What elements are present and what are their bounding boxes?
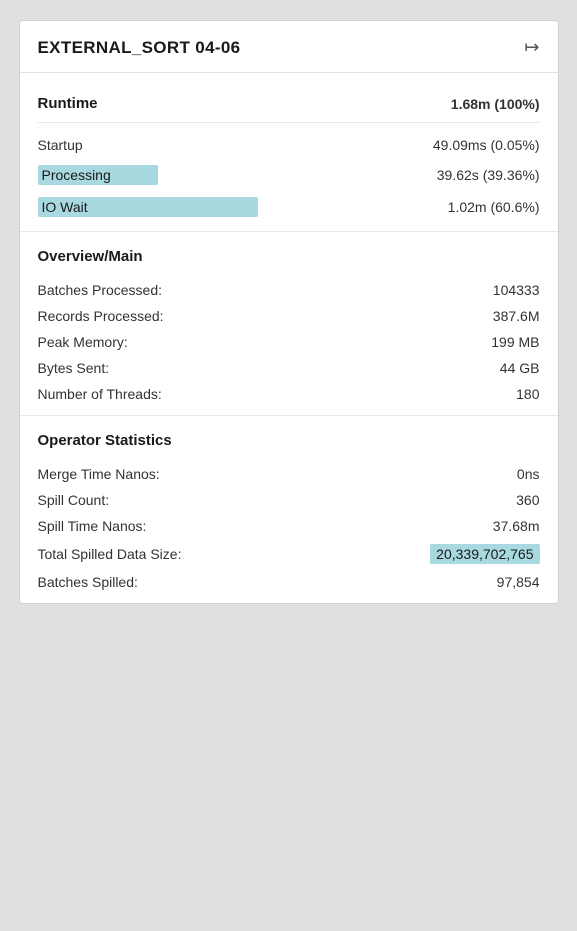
- batches-spilled-label: Batches Spilled:: [38, 574, 138, 590]
- total-spilled-label: Total Spilled Data Size:: [38, 546, 182, 562]
- bytes-sent-row: Bytes Sent: 44 GB: [38, 355, 540, 381]
- runtime-label: Runtime: [38, 95, 98, 112]
- peak-memory-label: Peak Memory:: [38, 334, 128, 350]
- operator-section: Operator Statistics Merge Time Nanos: 0n…: [20, 416, 558, 603]
- peak-memory-value: 199 MB: [491, 334, 539, 350]
- startup-value: 49.09ms (0.05%): [433, 137, 540, 153]
- records-processed-row: Records Processed: 387.6M: [38, 303, 540, 329]
- export-icon[interactable]: ↦: [524, 37, 539, 58]
- merge-time-label: Merge Time Nanos:: [38, 466, 160, 482]
- batches-processed-row: Batches Processed: 104333: [38, 277, 540, 303]
- merge-time-value: 0ns: [517, 466, 540, 482]
- iowait-row: IO Wait 1.02m (60.6%): [38, 191, 540, 223]
- spill-time-value: 37.68m: [493, 518, 540, 534]
- card-header: EXTERNAL_SORT 04-06 ↦: [20, 21, 558, 73]
- threads-value: 180: [516, 386, 539, 402]
- spill-count-label: Spill Count:: [38, 492, 110, 508]
- threads-label: Number of Threads:: [38, 386, 162, 402]
- batches-spilled-row: Batches Spilled: 97,854: [38, 569, 540, 595]
- runtime-total-value: 1.68m (100%): [451, 96, 540, 112]
- processing-row: Processing 39.62s (39.36%): [38, 159, 540, 191]
- runtime-section: Runtime 1.68m (100%) Startup 49.09ms (0.…: [20, 73, 558, 232]
- threads-row: Number of Threads: 180: [38, 381, 540, 407]
- spill-count-row: Spill Count: 360: [38, 487, 540, 513]
- batches-spilled-value: 97,854: [497, 574, 540, 590]
- operator-title: Operator Statistics: [38, 432, 540, 449]
- iowait-label: IO Wait: [38, 197, 258, 217]
- processing-value: 39.62s (39.36%): [437, 167, 540, 183]
- bytes-sent-value: 44 GB: [500, 360, 540, 376]
- startup-label: Startup: [38, 137, 83, 153]
- overview-title: Overview/Main: [38, 248, 540, 265]
- records-processed-value: 387.6M: [493, 308, 540, 324]
- merge-time-row: Merge Time Nanos: 0ns: [38, 461, 540, 487]
- batches-processed-value: 104333: [493, 282, 540, 298]
- peak-memory-row: Peak Memory: 199 MB: [38, 329, 540, 355]
- spill-time-label: Spill Time Nanos:: [38, 518, 147, 534]
- overview-section: Overview/Main Batches Processed: 104333 …: [20, 232, 558, 416]
- iowait-value: 1.02m (60.6%): [448, 199, 540, 215]
- main-card: EXTERNAL_SORT 04-06 ↦ Runtime 1.68m (100…: [19, 20, 559, 604]
- runtime-divider: [38, 122, 540, 123]
- spill-count-value: 360: [516, 492, 539, 508]
- bytes-sent-label: Bytes Sent:: [38, 360, 110, 376]
- spill-time-row: Spill Time Nanos: 37.68m: [38, 513, 540, 539]
- records-processed-label: Records Processed:: [38, 308, 164, 324]
- startup-row: Startup 49.09ms (0.05%): [38, 131, 540, 159]
- processing-label: Processing: [38, 165, 158, 185]
- batches-processed-label: Batches Processed:: [38, 282, 163, 298]
- total-spilled-value: 20,339,702,765: [430, 544, 539, 564]
- total-spilled-row: Total Spilled Data Size: 20,339,702,765: [38, 539, 540, 569]
- runtime-total-row: Runtime 1.68m (100%): [38, 89, 540, 118]
- card-title: EXTERNAL_SORT 04-06: [38, 38, 241, 58]
